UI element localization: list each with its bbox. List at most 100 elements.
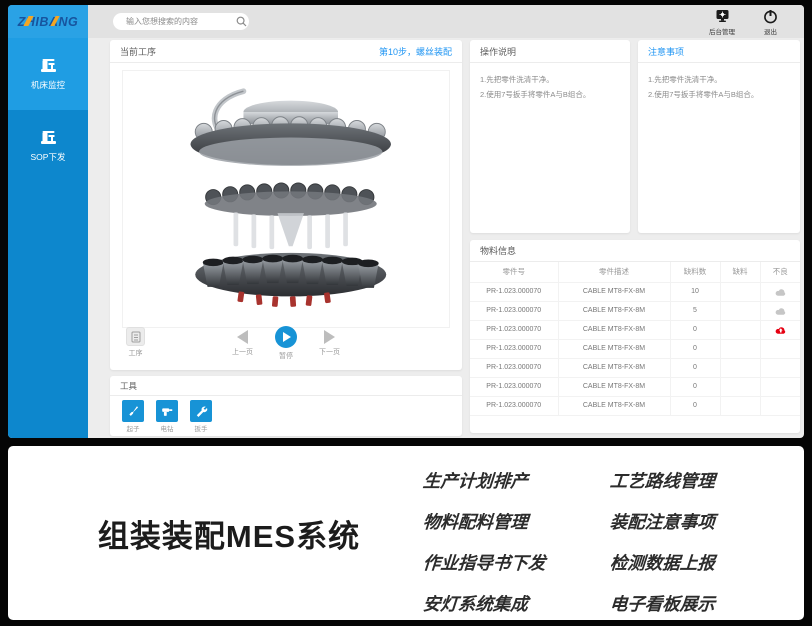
cell-shortage-count: 0	[670, 358, 720, 377]
col-shortage-count: 缺料数	[670, 262, 720, 282]
feature-item: 电子看板展示	[609, 591, 716, 616]
cell-shortage-count: 5	[670, 301, 720, 320]
materials-header-row: 零件号 零件描述 缺料数 缺料 不良	[470, 262, 800, 282]
feature-item: 生产计划排产	[422, 468, 546, 493]
cell-part-no: PR-1.023.000070	[470, 396, 558, 415]
instructions-panel: 操作说明 1.先把零件洗清干净。 2.使用7号扳手将零件A与B组合。	[470, 40, 630, 233]
col-part-no: 零件号	[470, 262, 558, 282]
instruction-line: 1.先把零件洗清干净。	[480, 72, 620, 87]
process-list-button[interactable]	[126, 327, 145, 346]
defect-upload-icon[interactable]	[773, 286, 787, 297]
wrench-icon	[190, 400, 212, 422]
cell-shortage-count: 0	[670, 377, 720, 396]
cell-shortage-count: 0	[670, 339, 720, 358]
cell-part-desc: CABLE MT8-FX-8M	[558, 396, 670, 415]
cell-part-desc: CABLE MT8-FX-8M	[558, 301, 670, 320]
materials-panel-title: 物料信息	[480, 244, 516, 257]
power-icon	[763, 9, 778, 24]
cell-part-no: PR-1.023.000070	[470, 358, 558, 377]
tool-label: 起子	[127, 423, 140, 433]
cell-part-desc: CABLE MT8-FX-8M	[558, 377, 670, 396]
tool-drill[interactable]: 电钻	[156, 400, 178, 433]
cell-part-no: PR-1.023.000070	[470, 301, 558, 320]
defect-upload-icon[interactable]	[773, 324, 787, 335]
table-row: PR-1.023.000070 CABLE MT8-FX-8M 5	[470, 301, 800, 320]
col-defect: 不良	[760, 262, 800, 282]
current-process-panel: 当前工序 第10步，螺丝装配	[110, 40, 462, 370]
footer-title: 组装装配MES系统	[44, 446, 414, 620]
process-panel-title: 当前工序	[120, 45, 156, 58]
next-page-label: 下一页	[319, 347, 340, 357]
sidebar-item-label: SOP下发	[31, 151, 66, 163]
prev-icon	[237, 330, 248, 344]
cell-shortage-count: 10	[670, 282, 720, 301]
cell-part-no: PR-1.023.000070	[470, 282, 558, 301]
feature-item: 装配注意事项	[609, 509, 716, 534]
table-row: PR-1.023.000070 CABLE MT8-FX-8M 0	[470, 396, 800, 415]
app-window: ZHIBANG 机床监控	[8, 5, 804, 438]
feature-list-right: 工艺路线管理装配注意事项检测数据上报电子看板展示	[610, 468, 715, 616]
sidebar: ZHIBANG 机床监控	[8, 5, 88, 438]
next-icon	[324, 330, 335, 344]
search-bar[interactable]	[113, 13, 249, 30]
feature-item: 检测数据上报	[609, 550, 716, 575]
materials-panel-header: 物料信息	[470, 240, 800, 262]
feature-item: 工艺路线管理	[609, 468, 716, 493]
table-row: PR-1.023.000070 CABLE MT8-FX-8M 10	[470, 282, 800, 301]
machine-illustration	[130, 79, 442, 319]
prev-page-label: 上一页	[232, 347, 253, 357]
cell-part-desc: CABLE MT8-FX-8M	[558, 320, 670, 339]
document-list-icon	[131, 331, 141, 343]
machine-icon	[40, 130, 57, 145]
cell-part-no: PR-1.023.000070	[470, 320, 558, 339]
col-shortage: 缺料	[720, 262, 760, 282]
tool-label: 电钻	[161, 423, 174, 433]
tool-wrench[interactable]: 扳手	[190, 400, 212, 433]
note-line: 2.使用7号扳手将零件A与B组合。	[648, 87, 790, 102]
topbar-actions: 后台管理 退出	[709, 9, 778, 36]
table-row: PR-1.023.000070 CABLE MT8-FX-8M 0	[470, 358, 800, 377]
cell-part-desc: CABLE MT8-FX-8M	[558, 339, 670, 358]
process-controls: 工序 上一页 暂停 下一页	[122, 326, 450, 366]
cell-part-desc: CABLE MT8-FX-8M	[558, 358, 670, 377]
feature-item: 物料配料管理	[422, 509, 546, 534]
instructions-panel-title: 操作说明	[480, 45, 516, 58]
admin-button[interactable]: 后台管理	[709, 9, 735, 36]
feature-item: 安灯系统集成	[422, 591, 546, 616]
sidebar-item-label: 机床监控	[31, 79, 65, 91]
pause-play-button[interactable]: 暂停	[275, 326, 297, 361]
table-row: PR-1.023.000070 CABLE MT8-FX-8M 0	[470, 320, 800, 339]
search-input[interactable]	[126, 17, 236, 26]
tool-screwdriver[interactable]: 起子	[122, 400, 144, 433]
screwdriver-icon	[122, 400, 144, 422]
feature-list-left: 生产计划排产物料配料管理作业指导书下发安灯系统集成	[423, 468, 546, 616]
cell-shortage-count: 0	[670, 396, 720, 415]
sidebar-item-machine-monitor[interactable]: 机床监控	[8, 38, 88, 110]
tools-panel: 工具 起子 电钻	[110, 376, 462, 436]
table-row: PR-1.023.000070 CABLE MT8-FX-8M 0	[470, 339, 800, 358]
drill-icon	[156, 400, 178, 422]
admin-button-label: 后台管理	[709, 26, 735, 36]
process-panel-header: 当前工序 第10步，螺丝装配	[110, 40, 462, 63]
screen-frame: ZHIBANG 机床监控	[0, 0, 812, 626]
notes-panel-title: 注意事项	[648, 45, 684, 58]
materials-table-body: PR-1.023.000070 CABLE MT8-FX-8M 10 PR-1.…	[470, 282, 800, 415]
footer-banner: 组装装配MES系统 生产计划排产物料配料管理作业指导书下发安灯系统集成 工艺路线…	[8, 446, 804, 620]
note-line: 1.先把零件洗清干净。	[648, 72, 790, 87]
search-icon[interactable]	[236, 16, 247, 27]
defect-upload-icon[interactable]	[773, 305, 787, 316]
monitor-gear-icon	[715, 9, 730, 24]
next-page-button[interactable]: 下一页	[319, 326, 340, 357]
prev-page-button[interactable]: 上一页	[232, 326, 253, 357]
notes-panel: 注意事项 1.先把零件洗清干净。 2.使用7号扳手将零件A与B组合。	[638, 40, 800, 233]
exit-button[interactable]: 退出	[763, 9, 778, 36]
tools-panel-title: 工具	[120, 380, 137, 392]
instructions-panel-header: 操作说明	[470, 40, 630, 63]
tools-row: 起子 电钻 扳手	[110, 396, 462, 437]
pause-label: 暂停	[279, 351, 293, 361]
process-image	[122, 70, 450, 328]
sidebar-item-sop-dispatch[interactable]: SOP下发	[8, 110, 88, 182]
cell-part-desc: CABLE MT8-FX-8M	[558, 282, 670, 301]
cell-shortage-count: 0	[670, 320, 720, 339]
app-logo: ZHIBANG	[8, 5, 88, 38]
